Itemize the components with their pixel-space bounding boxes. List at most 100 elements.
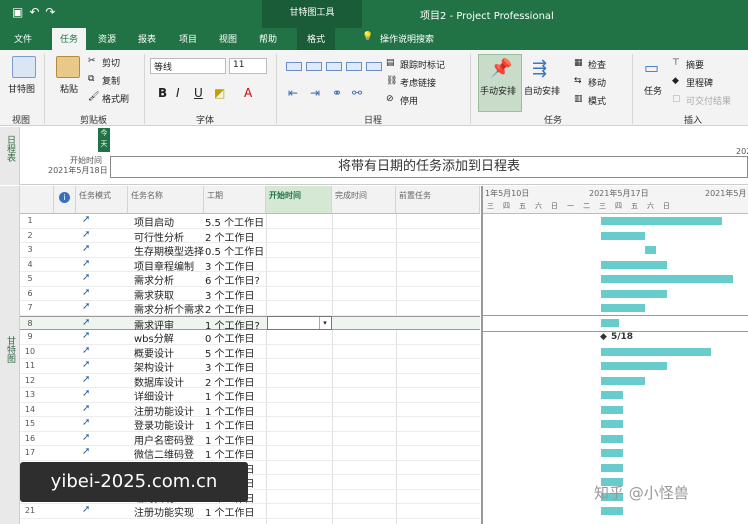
table-row[interactable]: 12 ➚ 数据库设计 2 个工作日 xyxy=(20,374,480,389)
row-number[interactable]: 4 xyxy=(20,260,40,269)
percent-25-icon[interactable] xyxy=(306,62,322,71)
italic-icon[interactable]: I xyxy=(176,86,180,100)
task-bar[interactable] xyxy=(601,405,623,414)
task-bar[interactable] xyxy=(601,434,623,443)
insert-task-button[interactable]: 任务 xyxy=(644,84,662,97)
undo-icon[interactable]: ↶ xyxy=(29,5,45,19)
indent-icon[interactable]: ⇥ xyxy=(310,86,320,100)
task-bar[interactable] xyxy=(601,260,667,269)
table-row[interactable]: 3 ➚ 生存期模型选择 0.5 个工作日 xyxy=(20,243,480,258)
task-name-cell[interactable]: 概要设计 xyxy=(134,345,204,360)
table-row[interactable]: 16 ➚ 用户名密码登 1 个工作日 xyxy=(20,432,480,447)
auto-schedule-button[interactable]: 自动安排 xyxy=(524,84,560,97)
table-row[interactable]: 9 ➚ wbs分解 0 个工作日 xyxy=(20,330,480,345)
font-family-select[interactable]: 等线 xyxy=(150,58,226,74)
chevron-down-icon[interactable]: ▾ xyxy=(319,317,330,329)
duration-cell[interactable]: 1 个工作日 xyxy=(205,446,267,461)
row-number[interactable]: 15 xyxy=(20,419,40,428)
task-bar[interactable] xyxy=(601,275,733,283)
format-painter-button[interactable]: 格式刷 xyxy=(102,92,129,105)
redo-icon[interactable]: ↷ xyxy=(45,5,61,19)
tab-help[interactable]: 帮助 xyxy=(259,32,277,45)
respect-links-button[interactable]: 考虑链接 xyxy=(400,76,436,89)
row-number[interactable]: 21 xyxy=(20,506,40,515)
table-row[interactable]: 17 ➚ 微信二维码登 1 个工作日 xyxy=(20,446,480,461)
task-name-cell[interactable]: 注册功能设计 xyxy=(134,403,204,418)
move-icon[interactable]: ⇆ xyxy=(574,76,582,86)
row-number[interactable]: 1 xyxy=(20,216,40,225)
duration-cell[interactable]: 1 个工作日 xyxy=(205,403,267,418)
task-name-cell[interactable]: 用户名密码登 xyxy=(134,432,204,447)
duration-cell[interactable]: 2 个工作日 xyxy=(205,301,267,316)
duration-cell[interactable]: 5 个工作日 xyxy=(205,345,267,360)
task-bar[interactable] xyxy=(601,507,623,515)
table-row[interactable]: 21 ➚ 注册功能实现 1 个工作日 xyxy=(20,504,480,519)
manual-schedule-button[interactable]: 手动安排 xyxy=(480,84,516,97)
column-header-task-name[interactable]: 任务名称 xyxy=(128,186,204,214)
underline-icon[interactable]: U xyxy=(194,86,203,100)
select-all-corner[interactable] xyxy=(20,186,54,214)
move-button[interactable]: 移动 xyxy=(588,76,606,89)
duration-cell[interactable]: 1 个工作日 xyxy=(205,504,267,519)
percent-50-icon[interactable] xyxy=(326,62,342,71)
copy-button[interactable]: 复制 xyxy=(102,74,120,87)
mark-on-track-icon[interactable]: ▤ xyxy=(386,58,395,68)
task-name-cell[interactable]: 数据库设计 xyxy=(134,374,204,389)
bold-icon[interactable]: B xyxy=(158,86,167,100)
task-name-cell[interactable]: 微信二维码登 xyxy=(134,446,204,461)
table-row[interactable]: 8 ➚ 需求评审 1 个工作日? xyxy=(20,315,480,332)
link-icon[interactable]: ⚭ xyxy=(332,86,342,100)
task-name-cell[interactable]: 需求获取 xyxy=(134,287,204,302)
duration-cell[interactable]: 0 个工作日 xyxy=(205,330,267,345)
font-color-icon[interactable]: A xyxy=(244,86,252,100)
task-name-cell[interactable]: 需求分析 xyxy=(134,272,204,287)
column-header-predecessors[interactable]: 前置任务 xyxy=(396,186,480,214)
auto-schedule-icon[interactable]: ⇶ xyxy=(532,58,547,79)
duration-cell[interactable]: 2 个工作日 xyxy=(205,229,267,244)
table-row[interactable]: 14 ➚ 注册功能设计 1 个工作日 xyxy=(20,403,480,418)
task-bar[interactable] xyxy=(645,246,656,254)
inspect-button[interactable]: 检查 xyxy=(588,58,606,71)
row-number[interactable]: 11 xyxy=(20,361,40,370)
duration-cell[interactable]: 0.5 个工作日 xyxy=(205,243,267,258)
start-date-cell-editor[interactable]: ▾ xyxy=(267,316,332,330)
row-number[interactable]: 9 xyxy=(20,332,40,341)
tab-file[interactable]: 文件 xyxy=(14,32,32,45)
highlight-icon[interactable]: ◩ xyxy=(214,86,225,100)
duration-cell[interactable]: 3 个工作日 xyxy=(205,258,267,273)
task-name-cell[interactable]: wbs分解 xyxy=(134,330,204,345)
milestone-icon[interactable]: ◆ xyxy=(672,76,679,86)
column-header-task-mode[interactable]: 任务模式 xyxy=(76,186,128,214)
table-row[interactable]: 11 ➚ 架构设计 3 个工作日 xyxy=(20,359,480,374)
inspect-icon[interactable]: ▦ xyxy=(574,58,583,68)
pushpin-icon[interactable]: 📌 xyxy=(490,58,512,79)
row-number[interactable]: 12 xyxy=(20,376,40,385)
copy-icon[interactable]: ⧉ xyxy=(88,74,94,84)
font-size-select[interactable]: 11 xyxy=(229,58,267,74)
tab-view[interactable]: 视图 xyxy=(219,32,237,45)
task-name-cell[interactable]: 可行性分析 xyxy=(134,229,204,244)
outdent-icon[interactable]: ⇤ xyxy=(288,86,298,100)
scissors-icon[interactable]: ✂ xyxy=(88,56,96,66)
inactivate-button[interactable]: 停用 xyxy=(400,94,418,107)
tab-format[interactable]: 格式 xyxy=(297,28,336,50)
row-number[interactable]: 5 xyxy=(20,274,40,283)
paste-button[interactable]: 粘贴 xyxy=(60,82,78,95)
format-painter-icon[interactable]: 🖌 xyxy=(88,92,99,102)
table-row[interactable]: 10 ➚ 概要设计 5 个工作日 xyxy=(20,345,480,360)
row-number[interactable]: 7 xyxy=(20,303,40,312)
percent-100-icon[interactable] xyxy=(366,62,382,71)
task-bar[interactable] xyxy=(601,231,645,240)
task-bar[interactable] xyxy=(601,376,645,385)
task-name-cell[interactable]: 登录功能设计 xyxy=(134,417,204,432)
column-header-duration[interactable]: 工期 xyxy=(204,186,266,214)
task-name-cell[interactable]: 需求分析个需求 xyxy=(134,301,204,316)
unlink-icon[interactable]: ⚯ xyxy=(352,86,362,100)
column-header-finish[interactable]: 完成时间 xyxy=(332,186,396,214)
task-bar[interactable] xyxy=(601,318,619,327)
task-bar[interactable] xyxy=(601,463,623,472)
task-bar[interactable] xyxy=(601,391,623,399)
table-row[interactable]: 5 ➚ 需求分析 6 个工作日? xyxy=(20,272,480,287)
summary-button[interactable]: 摘要 xyxy=(686,58,704,71)
summary-icon[interactable]: ⊤ xyxy=(672,58,680,68)
